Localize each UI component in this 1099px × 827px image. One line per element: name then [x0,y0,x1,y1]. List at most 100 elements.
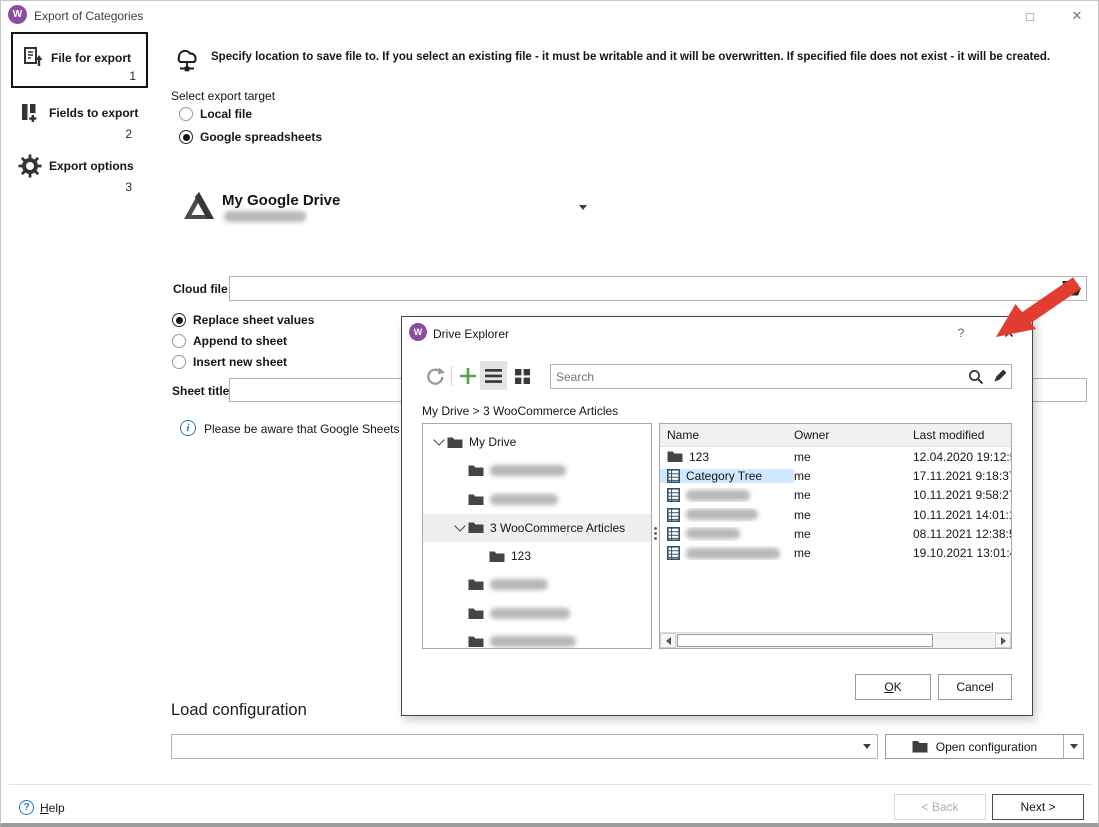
app-logo-icon: W [8,5,27,24]
open-configuration-chevron-icon[interactable] [1063,735,1083,758]
back-button[interactable]: < Back [894,794,986,820]
step-number: 3 [125,180,132,194]
folder-icon [468,493,484,506]
radio-local-file[interactable]: Local file [179,107,252,121]
configuration-combo-input[interactable] [172,735,857,758]
file-row[interactable]: me10.11.2021 14:01:14 [660,505,1011,524]
radio-label: Google spreadsheets [200,130,322,144]
step-number: 2 [125,127,132,141]
file-owner: me [794,546,913,560]
tree-item[interactable] [423,485,651,514]
radio-google-spreadsheets[interactable]: Google spreadsheets [179,130,322,144]
chevron-placeholder [452,463,468,479]
column-owner[interactable]: Owner [794,428,913,442]
file-modified: 19.10.2021 13:01:42 [913,546,1011,560]
scroll-right-icon[interactable] [995,633,1011,648]
drive-explorer-dialog: W Drive Explorer ? ✕ My Drive > 3 Wo [401,316,1033,716]
open-configuration-label: Open configuration [936,740,1037,754]
chevron-down-icon[interactable] [431,434,447,450]
file-row[interactable]: me19.10.2021 13:01:42 [660,543,1011,562]
radio-replace-sheet-values[interactable]: Replace sheet values [172,313,314,327]
tree-item[interactable]: 123 [423,542,651,571]
file-owner: me [794,527,913,541]
annotation-arrow-icon [989,273,1085,343]
cloud-file-field [229,276,1087,301]
export-window: W Export of Categories □ ✕ File for expo… [0,0,1099,827]
file-modified: 12.04.2020 19:12:54 [913,450,1011,464]
radio-icon[interactable] [172,334,186,348]
folder-icon [468,521,484,534]
tree-item[interactable] [423,457,651,486]
scroll-left-icon[interactable] [660,633,676,648]
redacted-label [490,494,558,505]
breadcrumb: My Drive > 3 WooCommerce Articles [422,404,618,418]
dialog-logo-icon: W [409,323,427,341]
tree-item[interactable]: 3 WooCommerce Articles [423,514,651,543]
radio-icon[interactable] [179,107,193,121]
scrollbar-thumb[interactable] [677,634,933,647]
footer-divider [9,784,1092,785]
new-folder-plus-icon[interactable] [456,363,480,389]
ok-button[interactable]: OK [855,674,931,700]
grid-view-icon[interactable] [510,363,534,389]
tree-item[interactable]: My Drive [423,428,651,457]
redacted-label [686,528,740,539]
sidebar-item-export-options[interactable]: Export options 3 [11,152,144,194]
tree-item[interactable] [423,628,651,650]
refresh-icon[interactable] [423,363,447,389]
search-icon[interactable] [965,365,987,388]
file-modified: 10.11.2021 14:01:14 [913,508,1011,522]
chevron-placeholder [473,548,489,564]
sidebar-item-file-for-export[interactable]: File for export 1 [11,32,148,88]
redacted-label [686,548,780,559]
horizontal-scrollbar[interactable] [660,632,1011,648]
radio-append-to-sheet[interactable]: Append to sheet [172,334,287,348]
file-name: 123 [689,450,709,464]
file-owner: me [794,508,913,522]
folder-icon [468,464,484,477]
radio-label: Append to sheet [193,334,287,348]
sidebar-item-fields-to-export[interactable]: Fields to export 2 [11,99,144,141]
google-drive-icon [184,192,214,223]
chevron-down-icon[interactable] [452,520,468,536]
file-row[interactable]: me10.11.2021 9:58:27 [660,486,1011,505]
maximize-button[interactable]: □ [1015,3,1045,29]
column-name[interactable]: Name [660,428,794,442]
combo-chevron-down-icon[interactable] [857,735,877,758]
tree-item[interactable] [423,571,651,600]
column-last-modified[interactable]: Last modified [913,428,1011,442]
splitter-handle[interactable] [654,527,657,530]
radio-label: Replace sheet values [193,313,314,327]
file-modified: 17.11.2021 9:18:37 [913,469,1011,483]
list-header: Name Owner Last modified [660,424,1011,447]
dialog-help-button[interactable]: ? [950,322,972,344]
clear-search-icon[interactable] [987,365,1011,388]
configuration-combobox[interactable] [171,734,878,759]
chevron-placeholder [452,634,468,649]
redacted-label [490,579,548,590]
open-configuration-button[interactable]: Open configuration [886,735,1063,758]
gear-icon [18,154,42,181]
radio-insert-new-sheet[interactable]: Insert new sheet [172,355,287,369]
tree-item-label: 3 WooCommerce Articles [490,521,625,535]
file-row[interactable]: 123me12.04.2020 19:12:54 [660,447,1011,466]
account-chevron-down-icon[interactable] [579,205,587,210]
file-row[interactable]: me08.11.2021 12:38:56 [660,524,1011,543]
tree-item[interactable] [423,599,651,628]
list-view-icon[interactable] [480,361,507,390]
radio-icon[interactable] [172,355,186,369]
sidebar-item-label: Export options [49,159,134,173]
radio-label: Insert new sheet [193,355,287,369]
search-input[interactable] [551,365,965,388]
help-link[interactable]: ? Help [19,800,65,815]
cloud-file-input[interactable] [230,277,1056,300]
radio-icon[interactable] [172,313,186,327]
cancel-button[interactable]: Cancel [938,674,1012,700]
file-row[interactable]: Category Treeme17.11.2021 9:18:37 [660,466,1011,485]
account-title: My Google Drive [222,192,340,209]
chevron-placeholder [452,491,468,507]
file-owner: me [794,469,913,483]
radio-icon[interactable] [179,130,193,144]
next-button[interactable]: Next > [992,794,1084,820]
close-button[interactable]: ✕ [1062,3,1092,29]
